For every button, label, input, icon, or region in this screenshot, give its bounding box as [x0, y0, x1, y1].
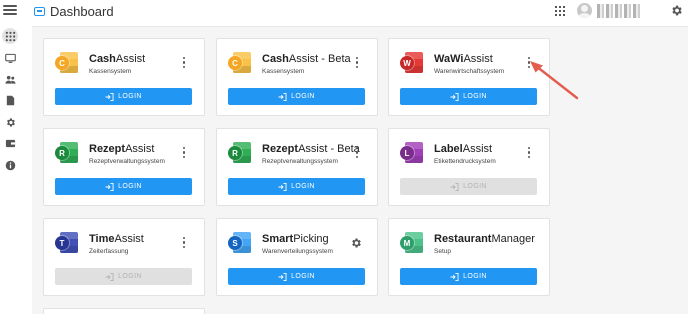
more-options-icon[interactable]: [527, 147, 531, 158]
sidebar-item-wallet[interactable]: [2, 135, 18, 151]
login-icon: [105, 272, 114, 281]
page-title-group: Dashboard: [34, 4, 114, 19]
app-name: CashAssist - Beta: [262, 53, 351, 65]
sidebar-item-info[interactable]: [2, 157, 18, 173]
app-card-labelassist: L LabelAssist Etikettendrucksystem LOGIN: [388, 128, 550, 206]
restaurantmanager-logo-icon: M: [400, 232, 423, 253]
app-subtitle: Kassensystem: [89, 68, 132, 75]
login-icon: [278, 182, 287, 191]
app-card-smartpicking: S SmartPicking Warenverteilungssystem LO…: [216, 218, 378, 296]
apps-icon: [5, 31, 15, 41]
more-options-icon[interactable]: [355, 147, 359, 158]
timeassist-logo-icon: T: [55, 232, 78, 253]
sidebar: [0, 24, 20, 314]
login-icon: [278, 92, 287, 101]
app-name: LabelAssist: [434, 143, 493, 155]
sidebar-item-users[interactable]: [2, 71, 18, 87]
app-subtitle: Setup: [434, 248, 451, 255]
login-button[interactable]: LOGIN: [228, 268, 365, 285]
app-card-cashassist-beta: C CashAssist - Beta Kassensystem LOGIN: [216, 38, 378, 116]
app-subtitle: Warenwirtschaftssystem: [434, 68, 505, 75]
app-subtitle: Rezeptverwaltungssystem: [262, 158, 338, 165]
rezeptassist-logo-icon: R: [55, 142, 78, 163]
dashboard-content: C CashAssist Kassensystem LOGIN C CashAs…: [32, 26, 688, 314]
page-title: Dashboard: [50, 4, 114, 19]
app-card-partial: [43, 308, 205, 314]
hamburger-menu-icon[interactable]: [3, 3, 17, 17]
login-button[interactable]: LOGIN: [55, 88, 192, 105]
sidebar-item-devices[interactable]: [2, 50, 18, 66]
login-button[interactable]: LOGIN: [400, 268, 537, 285]
login-button[interactable]: LOGIN: [228, 178, 365, 195]
login-icon: [450, 272, 459, 281]
login-icon: [105, 92, 114, 101]
app-card-rezeptassist: R RezeptAssist Rezeptverwaltungssystem L…: [43, 128, 205, 206]
login-icon: [278, 272, 287, 281]
monitor-icon: [4, 53, 16, 63]
app-subtitle: Zeiterfassung: [89, 248, 129, 255]
info-icon: [5, 160, 15, 170]
login-icon: [450, 182, 459, 191]
app-subtitle: Rezeptverwaltungssystem: [89, 158, 165, 165]
dashboard-icon: [34, 7, 45, 16]
app-name: WaWiAssist: [434, 53, 493, 65]
app-card-restaurantmanager: M RestaurantManager Setup LOGIN: [388, 218, 550, 296]
more-options-icon[interactable]: [355, 57, 359, 68]
sidebar-item-documents[interactable]: [2, 92, 18, 108]
app-subtitle: Warenverteilungssystem: [262, 248, 333, 255]
rezeptassist-logo-icon: R: [228, 142, 251, 163]
app-card-rezeptassist-beta: R RezeptAssist - Beta Rezeptverwaltungss…: [216, 128, 378, 206]
more-options-icon[interactable]: [182, 57, 186, 68]
more-options-icon[interactable]: [182, 147, 186, 158]
cashassist-logo-icon: C: [228, 52, 251, 73]
app-name: RezeptAssist: [89, 143, 155, 155]
login-button[interactable]: LOGIN: [400, 178, 537, 195]
app-subtitle: Etikettendrucksystem: [434, 158, 496, 165]
more-options-icon[interactable]: [182, 237, 186, 248]
login-icon: [450, 92, 459, 101]
login-button[interactable]: LOGIN: [400, 88, 537, 105]
smartpicking-logo-icon: S: [228, 232, 251, 253]
app-card-timeassist: T TimeAssist Zeiterfassung LOGIN: [43, 218, 205, 296]
app-name: SmartPicking: [262, 233, 329, 245]
app-name: RestaurantManager: [434, 233, 535, 245]
sidebar-item-apps[interactable]: [2, 28, 18, 44]
username[interactable]: [597, 4, 642, 18]
login-icon: [105, 182, 114, 191]
app-card-wawiassist: W WaWiAssist Warenwirtschaftssystem LOGI…: [388, 38, 550, 116]
login-button[interactable]: LOGIN: [55, 268, 192, 285]
avatar[interactable]: [577, 3, 592, 18]
login-button[interactable]: LOGIN: [55, 178, 192, 195]
cashassist-logo-icon: C: [55, 52, 78, 73]
users-icon: [4, 75, 16, 84]
labelassist-logo-icon: L: [400, 142, 423, 163]
annotation-arrow-icon: [530, 61, 579, 100]
sidebar-item-settings[interactable]: [2, 114, 18, 130]
app-subtitle: Kassensystem: [262, 68, 305, 75]
app-name: CashAssist: [89, 53, 146, 65]
apps-grid-icon[interactable]: [555, 6, 565, 16]
app-name: TimeAssist: [89, 233, 144, 245]
settings-icon: [6, 117, 15, 127]
wallet-icon: [5, 139, 15, 147]
gear-icon[interactable]: [350, 237, 362, 249]
app-name: RezeptAssist - Beta: [262, 143, 360, 155]
top-bar: Dashboard: [0, 0, 688, 24]
app-card-cashassist: C CashAssist Kassensystem LOGIN: [43, 38, 205, 116]
settings-icon[interactable]: [670, 4, 683, 17]
wawiassist-logo-icon: W: [400, 52, 423, 73]
document-icon: [6, 95, 14, 105]
login-button[interactable]: LOGIN: [228, 88, 365, 105]
